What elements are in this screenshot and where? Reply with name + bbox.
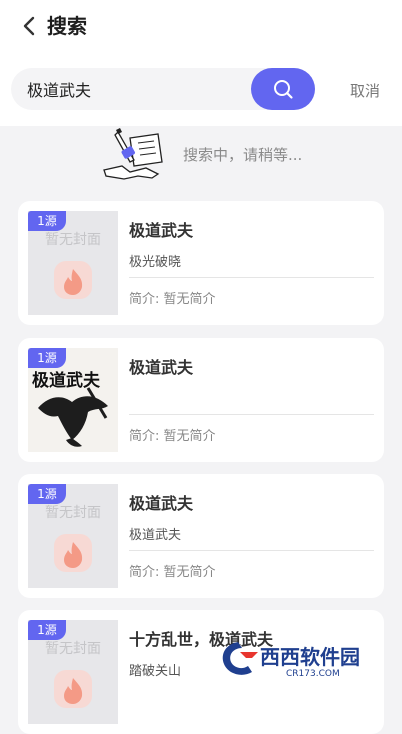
search-status: 搜索中，请稍等... <box>0 126 402 182</box>
chevron-left-icon <box>23 16 35 36</box>
book-title: 极道武夫 <box>129 358 194 377</box>
search-input[interactable] <box>27 68 247 110</box>
book-author: 极道武夫 <box>129 528 182 543</box>
flame-icon <box>54 261 92 299</box>
quill-paper-illustration <box>103 128 163 180</box>
book-intro: 简介: 暂无简介 <box>129 292 216 307</box>
cover-placeholder-text: 暂无封面 <box>45 232 101 248</box>
source-count-badge: 1源 <box>28 620 66 640</box>
book-result-card[interactable]: 暂无封面 1源 极道武夫 极光破晓 简介: 暂无简介 <box>18 201 384 325</box>
book-author: 踏破关山 <box>129 664 182 679</box>
flame-icon <box>54 534 92 572</box>
source-count-badge: 1源 <box>28 348 66 368</box>
book-title: 极道武夫 <box>129 221 194 240</box>
watermark-text: 西西软件园 <box>260 645 360 669</box>
book-intro: 简介: 暂无简介 <box>129 565 216 580</box>
book-intro: 简介: 暂无简介 <box>129 429 216 444</box>
book-author: 极光破晓 <box>129 255 182 270</box>
search-bar: 取消 <box>0 56 402 126</box>
book-result-card[interactable]: 暂无封面 1源 极道武夫 极道武夫 简介: 暂无简介 <box>18 474 384 598</box>
cover-title-text: 极道武夫 <box>32 370 101 391</box>
status-text: 搜索中，请稍等... <box>183 146 303 164</box>
cover-placeholder-text: 暂无封面 <box>45 641 101 657</box>
divider <box>129 277 374 278</box>
site-watermark-logo: 西西软件园 CR173.COM <box>222 642 360 679</box>
divider <box>129 550 374 551</box>
cover-placeholder-text: 暂无封面 <box>45 505 101 521</box>
top-bar: 搜索 <box>0 0 402 56</box>
page-title: 搜索 <box>47 14 87 38</box>
source-count-badge: 1源 <box>28 211 66 231</box>
source-count-badge: 1源 <box>28 484 66 504</box>
divider <box>129 414 374 415</box>
back-button[interactable] <box>18 12 44 40</box>
flame-icon <box>54 670 92 708</box>
search-box <box>11 68 315 110</box>
book-title: 极道武夫 <box>129 494 194 513</box>
search-button[interactable] <box>251 68 315 110</box>
book-result-card[interactable]: 极道武夫 1源 极道武夫 简介: 暂无简介 <box>18 338 384 462</box>
watermark-subtext: CR173.COM <box>286 669 340 679</box>
cancel-button[interactable]: 取消 <box>350 80 380 101</box>
search-icon <box>274 80 293 99</box>
